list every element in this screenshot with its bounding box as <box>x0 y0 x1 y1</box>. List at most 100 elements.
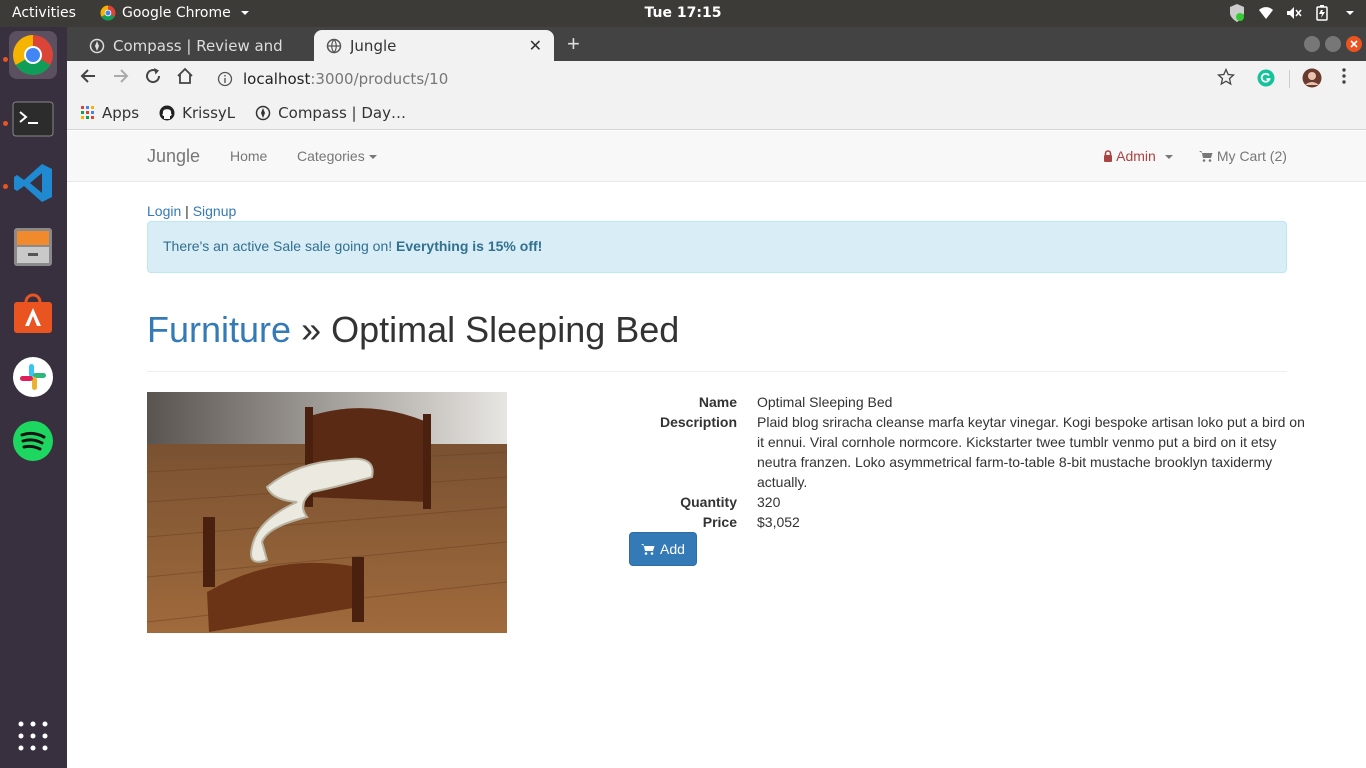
globe-icon <box>326 38 342 53</box>
running-indicator <box>3 121 8 126</box>
web-page: Jungle Home Categories Admin My Cart (2)… <box>67 131 1366 768</box>
nav-admin-label: Admin <box>1116 148 1156 164</box>
bookmark-label: KrissyL <box>182 104 236 122</box>
dock-files[interactable] <box>9 223 57 271</box>
nav-admin-dropdown[interactable]: Admin <box>1103 148 1173 164</box>
nav-home[interactable]: Home <box>230 148 267 164</box>
arrow-right-icon <box>114 69 129 83</box>
github-icon <box>159 105 175 121</box>
sale-alert: There's an active Sale sale going on! Ev… <box>147 221 1287 273</box>
chrome-menu-button[interactable] <box>1341 67 1347 91</box>
slack-icon <box>13 357 53 397</box>
nav-categories-dropdown[interactable]: Categories <box>297 148 377 164</box>
shopping-cart-icon <box>641 544 655 555</box>
sale-alert-highlight: Everything is 15% off! <box>396 238 543 254</box>
tab-jungle[interactable]: Jungle ✕ <box>314 30 554 61</box>
detail-value: 320 <box>757 494 781 510</box>
detail-label: Name <box>698 394 737 410</box>
shield-icon <box>1230 4 1244 22</box>
forward-button[interactable] <box>112 67 130 91</box>
bookmarks-bar: Apps KrissyL Compass | Day… <box>67 97 1366 130</box>
star-icon <box>1216 67 1236 86</box>
bookmark-star-button[interactable] <box>1216 67 1236 92</box>
detail-label: Description <box>659 414 737 430</box>
grammarly-icon <box>1257 69 1275 87</box>
site-brand[interactable]: Jungle <box>147 146 200 167</box>
browser-toolbar: localhost:3000/products/10 <box>67 61 1366 97</box>
system-menu-chevron-icon <box>1346 11 1354 15</box>
site-navbar: Jungle Home Categories Admin My Cart (2) <box>67 131 1366 182</box>
category-link[interactable]: Furniture <box>147 309 291 350</box>
close-tab-icon[interactable]: ✕ <box>529 36 542 55</box>
title-separator: » <box>291 309 332 350</box>
chevron-down-icon <box>368 155 377 160</box>
grammarly-extension[interactable] <box>1257 69 1275 93</box>
running-indicator <box>3 184 8 189</box>
new-tab-button[interactable]: + <box>567 31 580 57</box>
minimize-window-button[interactable] <box>1304 36 1320 52</box>
detail-row-description: Description Plaid blog sriracha cleanse … <box>607 412 1307 492</box>
detail-label: Price <box>702 514 737 530</box>
login-link[interactable]: Login <box>147 203 181 219</box>
detail-value: Optimal Sleeping Bed <box>757 394 893 410</box>
bookmark-krissyl[interactable]: KrissyL <box>159 104 235 122</box>
sale-alert-text: There's an active Sale sale going on! <box>163 238 397 254</box>
detail-value: $3,052 <box>757 514 800 530</box>
back-button[interactable] <box>79 67 97 91</box>
dock-software[interactable] <box>9 289 57 337</box>
bookmark-compass[interactable]: Compass | Day… <box>255 104 406 122</box>
product-details: Name Optimal Sleeping Bed Description Pl… <box>607 392 1307 532</box>
compass-icon <box>255 105 271 121</box>
nav-categories-label: Categories <box>297 148 365 164</box>
grid-icon <box>18 721 48 751</box>
product-image <box>147 392 507 633</box>
running-indicator <box>3 57 8 62</box>
close-window-button[interactable] <box>1346 36 1362 52</box>
signup-link[interactable]: Signup <box>193 203 237 219</box>
spotify-icon <box>13 421 53 461</box>
tab-compass[interactable]: Compass | Review and Sub <box>79 30 309 61</box>
product-title: Optimal Sleeping Bed <box>331 309 680 350</box>
ubuntu-dock <box>0 27 67 768</box>
close-icon <box>1350 40 1358 48</box>
tab-title: Compass | Review and Sub <box>113 36 288 55</box>
clock[interactable]: Tue 17:15 <box>0 5 1366 21</box>
add-to-cart-button[interactable]: Add <box>629 532 697 566</box>
detail-label: Quantity <box>680 494 737 510</box>
reload-button[interactable] <box>144 67 162 91</box>
dock-chrome[interactable] <box>9 31 57 79</box>
home-button[interactable] <box>176 67 194 91</box>
dock-spotify[interactable] <box>9 417 57 465</box>
page-title: Furniture » Optimal Sleeping Bed <box>147 309 679 351</box>
maximize-window-button[interactable] <box>1325 36 1341 52</box>
dock-vscode[interactable] <box>9 159 57 207</box>
toolbar-divider <box>1289 70 1290 88</box>
url-host: localhost <box>243 70 311 88</box>
more-vertical-icon <box>1342 68 1346 84</box>
nav-cart[interactable]: My Cart (2) <box>1199 148 1287 164</box>
auth-links: Login | Signup <box>147 203 236 219</box>
address-bar[interactable]: localhost:3000/products/10 <box>209 64 1239 94</box>
file-cabinet-icon <box>14 228 52 266</box>
dock-slack[interactable] <box>9 353 57 401</box>
bookmark-label: Compass | Day… <box>278 104 406 122</box>
detail-row-name: Name Optimal Sleeping Bed <box>607 392 1307 412</box>
bed-photo <box>147 392 507 633</box>
tab-strip: Compass | Review and Sub Jungle ✕ + <box>67 27 1366 61</box>
bookmark-apps[interactable]: Apps <box>81 104 139 122</box>
info-icon[interactable] <box>217 71 233 87</box>
system-tray[interactable] <box>1228 3 1354 23</box>
auth-separator: | <box>185 203 189 219</box>
bookmark-label: Apps <box>102 104 140 122</box>
chevron-down-icon <box>1164 155 1173 160</box>
chrome-icon <box>13 35 53 75</box>
lock-icon <box>1104 150 1112 162</box>
show-applications-button[interactable] <box>9 712 57 760</box>
dock-terminal[interactable] <box>9 95 57 143</box>
home-icon <box>177 67 193 84</box>
terminal-icon <box>12 101 54 137</box>
vscode-icon <box>14 164 52 202</box>
profile-button[interactable] <box>1302 68 1322 94</box>
add-button-label: Add <box>660 541 685 557</box>
url-path: :3000/products/10 <box>310 70 449 88</box>
